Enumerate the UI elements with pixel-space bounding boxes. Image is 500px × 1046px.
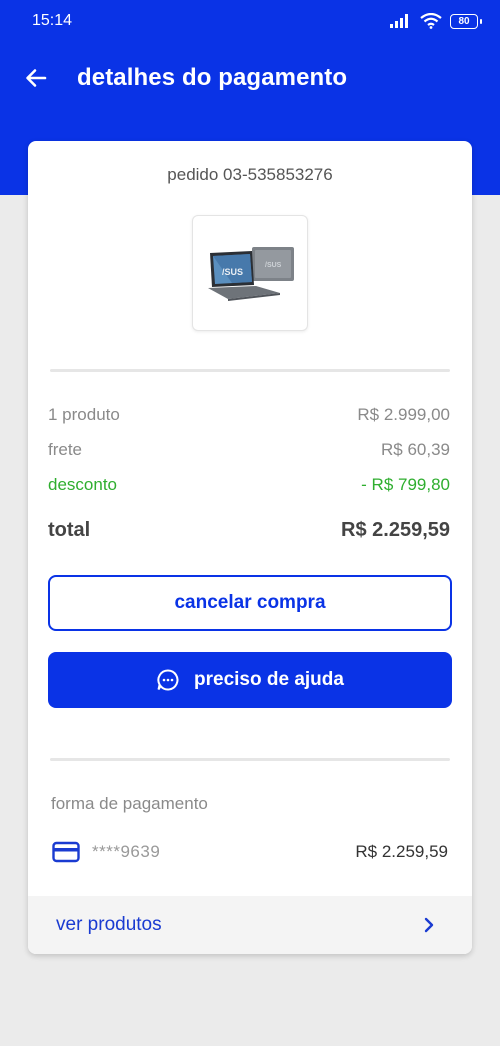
- summary-row-total: total R$ 2.259,59: [48, 519, 450, 542]
- summary-value: R$ 2.999,00: [357, 405, 450, 424]
- payment-card-info: ****9639: [52, 841, 160, 863]
- payment-method-row: ****9639 R$ 2.259,59: [52, 839, 448, 865]
- summary-label: desconto: [48, 475, 117, 494]
- status-bar: 15:14 80: [0, 0, 500, 42]
- payment-card: pedido 03-535853276 /SUS /SUS 1 produto …: [28, 141, 472, 954]
- battery-icon: 80: [450, 13, 482, 29]
- payment-details-screen: 15:14 80 detalhes do pagamento pedido 03…: [0, 0, 500, 1046]
- back-button[interactable]: [20, 62, 52, 94]
- status-icons: 80: [390, 13, 482, 29]
- status-time: 15:14: [32, 12, 73, 29]
- summary-value: - R$ 799,80: [361, 475, 450, 494]
- summary-row-discount: desconto - R$ 799,80: [48, 475, 450, 495]
- credit-card-icon: [52, 841, 80, 863]
- summary-label: 1 produto: [48, 405, 120, 424]
- total-label: total: [48, 519, 91, 541]
- divider-bottom: [50, 758, 450, 761]
- signal-icon: [390, 14, 408, 28]
- chevron-right-icon: [424, 917, 434, 933]
- order-id: pedido 03-535853276: [167, 165, 333, 184]
- card-number: ****9639: [92, 842, 161, 861]
- arrow-left-icon: [26, 69, 47, 87]
- payment-method-label: forma de pagamento: [51, 794, 208, 813]
- laptop-image: /SUS /SUS: [208, 247, 294, 301]
- cancel-purchase-button[interactable]: cancelar compra: [48, 575, 452, 631]
- cancel-purchase-label: cancelar compra: [174, 592, 326, 613]
- need-help-button[interactable]: preciso de ajuda: [48, 652, 452, 708]
- product-thumbnail[interactable]: /SUS /SUS: [192, 215, 308, 331]
- summary-label: frete: [48, 440, 83, 459]
- total-value: R$ 2.259,59: [341, 519, 450, 541]
- divider-top: [50, 369, 450, 372]
- battery-level: 80: [458, 15, 470, 27]
- payment-amount: R$ 2.259,59: [355, 842, 448, 861]
- summary-value: R$ 60,39: [381, 440, 450, 459]
- summary-row-shipping: frete R$ 60,39: [48, 440, 450, 460]
- page-title: detalhes do pagamento: [77, 64, 348, 91]
- svg-text:/SUS: /SUS: [265, 262, 282, 269]
- view-products-link[interactable]: ver produtos: [28, 896, 472, 954]
- chat-bubble-icon: [157, 669, 179, 691]
- view-products-label: ver produtos: [56, 914, 162, 935]
- svg-text:/SUS: /SUS: [222, 267, 243, 277]
- summary-row-products: 1 produto R$ 2.999,00: [48, 405, 450, 425]
- wifi-icon: [420, 13, 442, 29]
- need-help-label: preciso de ajuda: [194, 669, 344, 690]
